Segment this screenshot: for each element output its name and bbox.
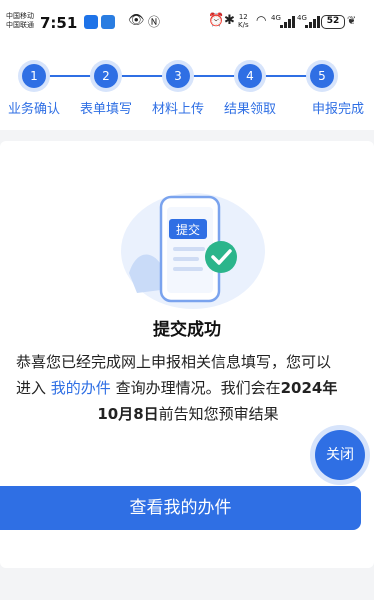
carrier-2: 中国联通	[6, 21, 34, 29]
step-2-label: 表单填写	[79, 102, 132, 117]
view-my-cases-button[interactable]: 查看我的办件	[0, 486, 361, 530]
nfc-icon: Ⓝ	[148, 15, 161, 29]
status-time: 7:51	[40, 14, 78, 32]
message-text-3: 前告知您预审结果	[158, 405, 279, 423]
message-text-2: 查询办理情况。我们会在	[110, 379, 281, 397]
my-cases-link[interactable]: 我的办件	[51, 379, 111, 397]
result-message-line2: 进入 我的办件 查询办理情况。我们会在2024年	[16, 375, 360, 401]
status-bar: 中国移动 中国联通 7:51 👁 Ⓝ ⏰ ✱ 12 K/s ◠ 4G 4G 52…	[0, 0, 374, 50]
step-4-label: 结果领取	[223, 102, 276, 117]
alarm-icon: ⏰	[208, 13, 225, 28]
result-title: 提交成功	[153, 320, 221, 340]
speed-unit: K/s	[238, 21, 249, 29]
deadline-date: 10月8日	[97, 405, 159, 423]
result-message-line3: 10月8日前告知您预审结果	[16, 401, 360, 427]
wifi-icon: ◠	[256, 13, 267, 27]
step-5-dot: 5	[310, 64, 334, 88]
app-notification-icon	[84, 15, 98, 29]
step-2-dot: 2	[94, 64, 118, 88]
message-text: 进入	[16, 379, 51, 397]
step-3-dot: 3	[166, 64, 190, 88]
speed-value: 12	[238, 13, 248, 21]
deadline-year: 2024年	[280, 379, 338, 397]
step-3-label: 材料上传	[151, 102, 204, 117]
battery-icon: 52	[321, 15, 345, 29]
result-message-line1: 恭喜您已经完成网上申报相关信息填写，您可以	[16, 353, 332, 371]
close-button[interactable]: 关闭	[315, 430, 365, 480]
network-speed: 12 K/s	[238, 13, 249, 29]
bluetooth-icon: ✱	[224, 13, 235, 28]
carrier-info: 中国移动 中国联通	[6, 12, 34, 30]
carrier-1: 中国移动	[6, 12, 34, 20]
step-1-dot: 1	[22, 64, 46, 88]
step-1-label: 业务确认	[7, 102, 60, 117]
signal-1-icon	[280, 16, 295, 28]
badge-text: 提交	[176, 222, 200, 237]
signal-2-icon	[305, 16, 320, 28]
progress-stepper	[0, 50, 374, 130]
eye-icon: 👁	[128, 13, 145, 28]
step-4-dot: 4	[238, 64, 262, 88]
step-5-label: 申报完成	[311, 102, 364, 117]
check-icon	[205, 241, 237, 273]
app-notification-icon-2	[101, 15, 115, 29]
charging-icon: ❦	[347, 14, 357, 27]
success-illustration: 提交	[121, 193, 265, 309]
